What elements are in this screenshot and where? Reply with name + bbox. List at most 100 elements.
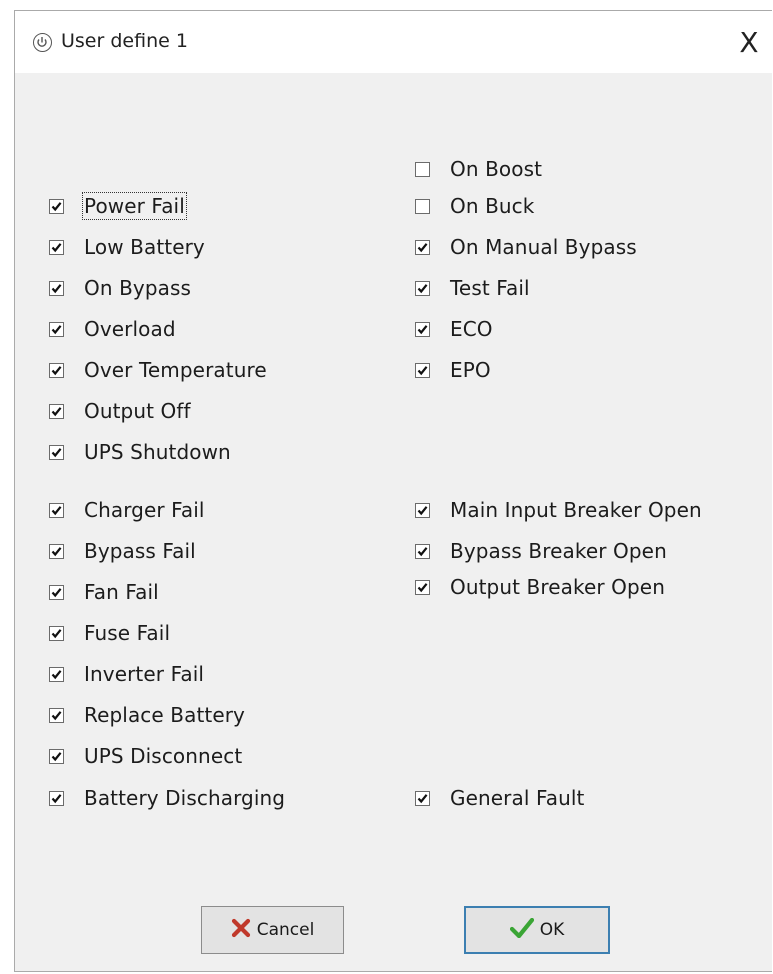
checkbox-ups-shutdown[interactable]: UPS Shutdown bbox=[49, 439, 231, 465]
checkbox-label: On Manual Bypass bbox=[450, 235, 637, 259]
checkbox-label: Overload bbox=[84, 317, 176, 341]
checkmark-icon bbox=[51, 283, 62, 293]
green-check-icon bbox=[509, 917, 534, 942]
checkbox-label: Replace Battery bbox=[84, 703, 245, 727]
checkbox-over-temperature[interactable]: Over Temperature bbox=[49, 357, 267, 383]
checkbox-label: EPO bbox=[450, 358, 491, 382]
checkbox-box[interactable] bbox=[49, 502, 64, 518]
checkbox-box[interactable] bbox=[49, 584, 64, 600]
checkbox-box[interactable] bbox=[49, 707, 64, 723]
checkbox-label: On Bypass bbox=[84, 276, 192, 300]
checkbox-box[interactable] bbox=[415, 321, 430, 337]
checkmark-icon bbox=[51, 793, 62, 803]
checkmark-icon bbox=[51, 406, 62, 416]
checkmark-icon bbox=[51, 751, 62, 761]
checkmark-icon bbox=[51, 201, 62, 211]
ok-button[interactable]: OK bbox=[464, 906, 610, 954]
checkbox-box[interactable] bbox=[415, 790, 430, 806]
checkbox-box[interactable] bbox=[415, 543, 430, 559]
checkbox-label: General Fault bbox=[450, 786, 585, 810]
checkbox-on-manual-bypass[interactable]: On Manual Bypass bbox=[415, 234, 637, 260]
checkbox-label: Bypass Fail bbox=[84, 539, 196, 563]
checkbox-box[interactable] bbox=[49, 239, 64, 255]
checkbox-box[interactable] bbox=[49, 403, 64, 419]
checkbox-epo[interactable]: EPO bbox=[415, 357, 491, 383]
checkbox-label: Power Fail bbox=[82, 192, 187, 220]
checkbox-box[interactable] bbox=[415, 161, 430, 177]
checkbox-on-buck[interactable]: On Buck bbox=[415, 193, 534, 219]
checkbox-box[interactable] bbox=[49, 625, 64, 641]
checkbox-ups-disconnect[interactable]: UPS Disconnect bbox=[49, 743, 242, 769]
checkmark-icon bbox=[51, 324, 62, 334]
checkbox-box[interactable] bbox=[49, 543, 64, 559]
checkbox-power-fail[interactable]: Power Fail bbox=[49, 192, 187, 220]
checkmark-icon bbox=[417, 283, 428, 293]
cancel-button[interactable]: Cancel bbox=[201, 906, 344, 954]
checkbox-eco[interactable]: ECO bbox=[415, 316, 493, 342]
close-icon[interactable]: X bbox=[726, 21, 772, 65]
window-title: User define 1 bbox=[61, 30, 188, 52]
checkbox-low-battery[interactable]: Low Battery bbox=[49, 234, 205, 260]
checkbox-on-boost[interactable]: On Boost bbox=[415, 156, 542, 182]
checkmark-icon bbox=[417, 546, 428, 556]
checkbox-box[interactable] bbox=[415, 362, 430, 378]
checkmark-icon bbox=[51, 365, 62, 375]
ups-power-icon bbox=[33, 33, 52, 52]
title-bar: User define 1 X bbox=[15, 11, 772, 73]
checkbox-box[interactable] bbox=[415, 280, 430, 296]
checkbox-label: Low Battery bbox=[84, 235, 205, 259]
checkmark-icon bbox=[417, 582, 428, 592]
checkbox-battery-discharging[interactable]: Battery Discharging bbox=[49, 785, 285, 811]
checkmark-icon bbox=[51, 447, 62, 457]
checkbox-inverter-fail[interactable]: Inverter Fail bbox=[49, 661, 204, 687]
checkbox-box[interactable] bbox=[49, 748, 64, 764]
checkbox-label: Output Off bbox=[84, 399, 191, 423]
checkbox-box[interactable] bbox=[49, 666, 64, 682]
checkbox-overload[interactable]: Overload bbox=[49, 316, 176, 342]
checkbox-main-input-breaker-open[interactable]: Main Input Breaker Open bbox=[415, 497, 702, 523]
checkmark-icon bbox=[417, 324, 428, 334]
checkbox-output-breaker-open[interactable]: Output Breaker Open bbox=[415, 574, 665, 600]
checkmark-icon bbox=[51, 505, 62, 515]
checkbox-label: Output Breaker Open bbox=[450, 575, 665, 599]
checkbox-box[interactable] bbox=[49, 444, 64, 460]
checkbox-charger-fail[interactable]: Charger Fail bbox=[49, 497, 205, 523]
checkmark-icon bbox=[417, 505, 428, 515]
checkmark-icon bbox=[417, 365, 428, 375]
checkbox-box[interactable] bbox=[49, 790, 64, 806]
checkmark-icon bbox=[417, 242, 428, 252]
checkbox-test-fail[interactable]: Test Fail bbox=[415, 275, 530, 301]
checkbox-box[interactable] bbox=[49, 321, 64, 337]
checkbox-box[interactable] bbox=[415, 502, 430, 518]
checkbox-output-off[interactable]: Output Off bbox=[49, 398, 191, 424]
checkbox-label: UPS Shutdown bbox=[84, 440, 231, 464]
checkbox-fuse-fail[interactable]: Fuse Fail bbox=[49, 620, 170, 646]
ok-button-label: OK bbox=[539, 920, 565, 940]
checkbox-label: Main Input Breaker Open bbox=[450, 498, 702, 522]
checkmark-icon bbox=[51, 628, 62, 638]
checkbox-bypass-fail[interactable]: Bypass Fail bbox=[49, 538, 196, 564]
checkmark-icon bbox=[51, 242, 62, 252]
checkmark-icon bbox=[51, 710, 62, 720]
checkbox-label: Fan Fail bbox=[84, 580, 159, 604]
checkbox-box[interactable] bbox=[415, 579, 430, 595]
checkbox-box[interactable] bbox=[415, 198, 430, 214]
checkbox-label: Test Fail bbox=[450, 276, 530, 300]
checkbox-label: Over Temperature bbox=[84, 358, 267, 382]
checkbox-box[interactable] bbox=[49, 198, 64, 214]
red-x-icon bbox=[231, 918, 251, 942]
checkbox-bypass-breaker-open[interactable]: Bypass Breaker Open bbox=[415, 538, 667, 564]
checkbox-label: Fuse Fail bbox=[84, 621, 171, 645]
checkbox-on-bypass[interactable]: On Bypass bbox=[49, 275, 191, 301]
checkbox-fan-fail[interactable]: Fan Fail bbox=[49, 579, 159, 605]
checkbox-box[interactable] bbox=[415, 239, 430, 255]
checkbox-general-fault[interactable]: General Fault bbox=[415, 785, 584, 811]
user-define-dialog: User define 1 X Power Fail Low Battery O… bbox=[14, 10, 772, 972]
checkbox-replace-battery[interactable]: Replace Battery bbox=[49, 702, 245, 728]
checkmark-icon bbox=[51, 546, 62, 556]
checkbox-box[interactable] bbox=[49, 280, 64, 296]
checkbox-label: Bypass Breaker Open bbox=[450, 539, 667, 563]
checkbox-label: ECO bbox=[450, 317, 493, 341]
checkbox-label: Charger Fail bbox=[84, 498, 205, 522]
checkbox-box[interactable] bbox=[49, 362, 64, 378]
